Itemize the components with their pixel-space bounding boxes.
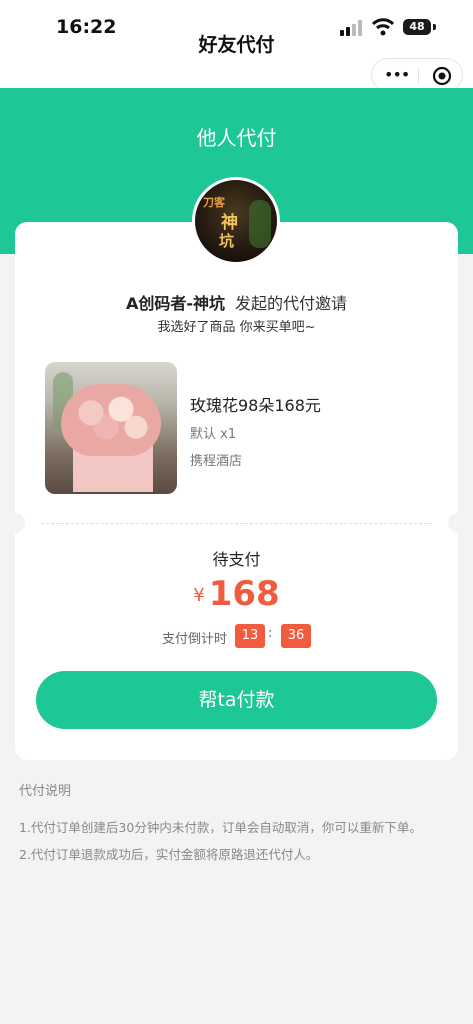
capsule-divider: [418, 68, 419, 84]
target-circle-icon[interactable]: [432, 66, 452, 86]
product-image-flowers: [61, 384, 161, 456]
countdown-colon: :: [268, 626, 273, 641]
currency-symbol: ¥: [193, 585, 205, 606]
countdown-minutes: 13: [235, 624, 265, 648]
note-item: 2.代付订单退款成功后，实付金额将原路退还代付人。: [19, 847, 319, 862]
avatar: 刀客 神 坑: [192, 177, 280, 265]
more-dots-icon[interactable]: •••: [384, 67, 410, 83]
card-notch-left: [5, 513, 25, 533]
payment-status: 待支付: [212, 550, 261, 569]
product-spec: 默认 x1: [190, 427, 237, 442]
card-notch-right: [448, 513, 468, 533]
pay-for-them-button[interactable]: 帮ta付款: [36, 671, 437, 729]
countdown-label: 支付倒计时: [162, 632, 228, 647]
invite-message: 我选好了商品 你来买单吧~: [157, 320, 316, 335]
page-title: 好友代付: [198, 34, 275, 56]
product-image[interactable]: [45, 362, 177, 494]
countdown-seconds: 36: [281, 624, 311, 648]
inviter-name: A创码者-神坑: [125, 294, 225, 313]
invite-text: 发起的代付邀请: [235, 294, 348, 313]
invite-line: A创码者-神坑 发起的代付邀请: [0, 290, 473, 314]
mini-program-capsule[interactable]: •••: [371, 58, 463, 92]
amount-value: 168: [208, 574, 280, 614]
divider: [41, 523, 432, 524]
avatar-figure: [249, 200, 271, 248]
avatar-text-3: 坑: [219, 232, 235, 250]
banner-title: 他人代付: [196, 126, 277, 150]
payment-amount: ¥168: [0, 574, 473, 614]
product-name[interactable]: 玫瑰花98朵168元: [190, 392, 321, 416]
note-item: 1.代付订单创建后30分钟内未付款，订单会自动取消，你可以重新下单。: [19, 820, 422, 835]
product-shop: 携程酒店: [190, 454, 243, 469]
notes-title: 代付说明: [19, 784, 72, 799]
